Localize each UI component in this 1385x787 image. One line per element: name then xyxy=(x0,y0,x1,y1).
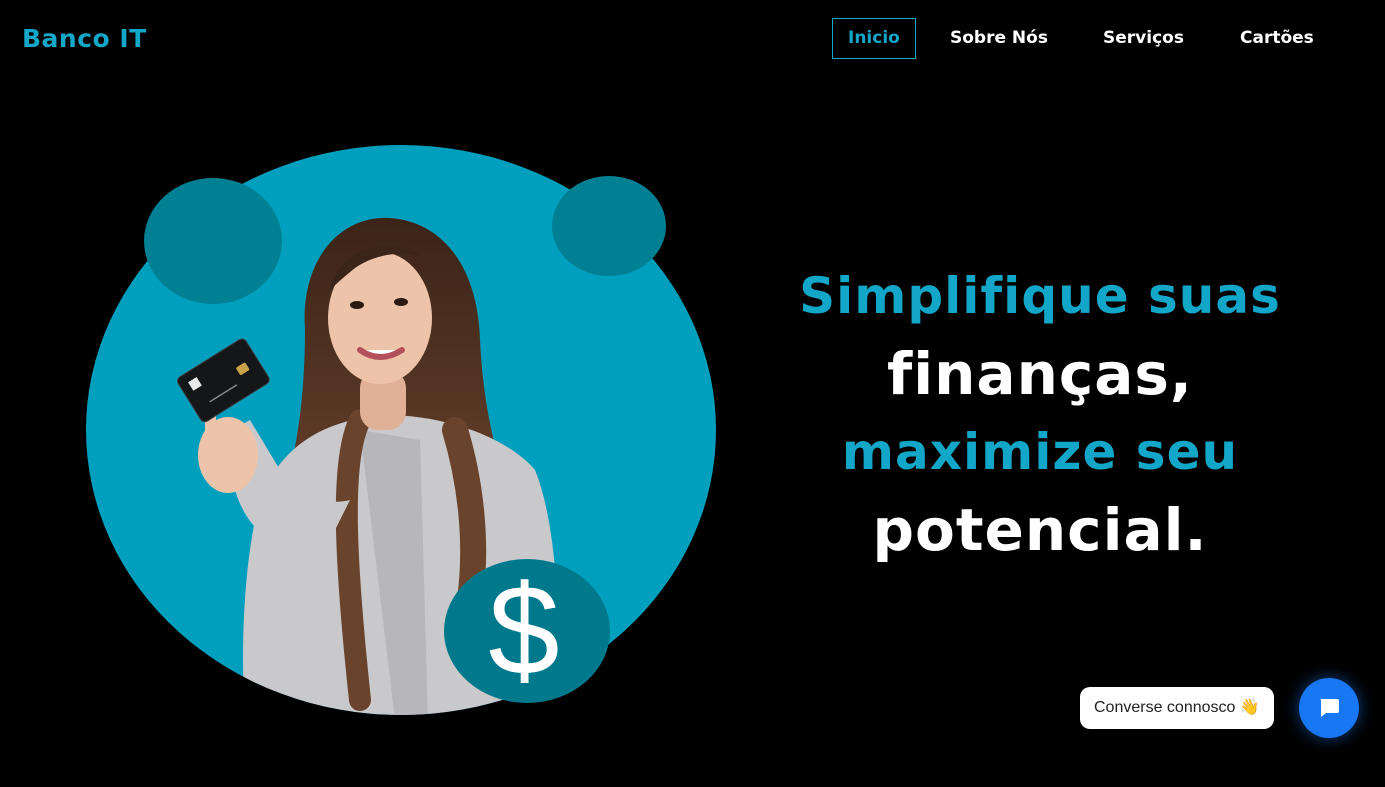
hero-headline: Simplifique suas finanças, maximize seu … xyxy=(745,257,1335,569)
chat-icon xyxy=(1320,699,1339,717)
chat-invite-bubble[interactable]: Converse connosco 👋 xyxy=(1080,687,1274,729)
chat-button[interactable] xyxy=(1299,678,1359,738)
headline-line-1: Simplifique suas xyxy=(799,267,1281,326)
decor-circle-left xyxy=(144,178,282,304)
headline-line-4: potencial. xyxy=(872,496,1208,565)
nav-item-inicio[interactable]: Inicio xyxy=(832,18,916,59)
svg-text:$: $ xyxy=(488,559,559,702)
headline-line-2: finanças, xyxy=(887,340,1193,409)
nav-item-cartoes[interactable]: Cartões xyxy=(1240,18,1314,58)
decor-circle-right xyxy=(552,176,666,276)
chat-invite-text: Converse connosco xyxy=(1094,699,1236,716)
dollar-sign-icon: $ xyxy=(444,559,610,703)
hero-illustration: $ xyxy=(86,145,716,715)
waving-hand-icon: 👋 xyxy=(1239,699,1260,716)
nav-item-sobre-nos[interactable]: Sobre Nós xyxy=(950,18,1048,58)
nav-item-servicos[interactable]: Serviços xyxy=(1103,18,1184,58)
headline-line-3: maximize seu xyxy=(841,423,1239,482)
